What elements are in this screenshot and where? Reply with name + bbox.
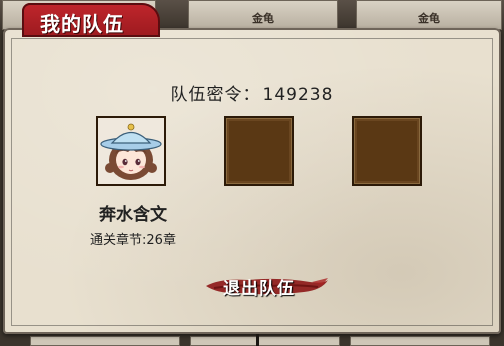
member-chapter-progress: 通关章节:26章 [90,233,176,248]
panel-stem [256,334,259,346]
background-bottom-card [350,336,490,346]
quit-team-button[interactable]: 退出队伍 [200,268,330,302]
team-slot-2[interactable] [224,116,294,186]
team-slot-3[interactable] [352,116,422,186]
team-code-label: 队伍密令： [170,85,261,105]
panel-title-tab: 我的队伍 [22,3,160,37]
team-slot-1[interactable] [96,116,166,186]
background-bottom-card [190,336,340,346]
panel-title: 我的队伍 [40,12,124,36]
background-bottom-card [30,336,180,346]
background-card-label: 金龟 [418,12,440,25]
team-code: 队伍密令： 149238 [0,80,504,105]
background-bottom-bar [0,332,504,346]
chibi-girl-avatar-icon [98,118,164,184]
background-card-label: 金龟 [252,12,274,25]
member-name: 奔水含文 [99,205,167,225]
background-card-2: 金龟 [188,0,338,30]
background-card-3: 金龟 [356,0,502,30]
quit-team-label: 退出队伍 [223,279,295,299]
team-code-value: 149238 [262,85,334,105]
game-screen: 金龟 金龟 我的队伍 队伍密令： 149238 奔水含文 通关章节:26章 退出… [0,0,504,346]
